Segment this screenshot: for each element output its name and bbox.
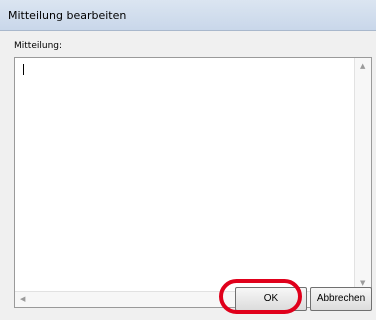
scroll-left-arrow-icon[interactable]: ◀ (20, 296, 25, 303)
vertical-scrollbar[interactable]: ▲ ▼ (354, 58, 371, 292)
ok-button[interactable]: OK (235, 287, 307, 311)
dialog-title: Mitteilung bearbeiten (8, 9, 127, 22)
dialog-titlebar[interactable]: Mitteilung bearbeiten (0, 0, 376, 31)
dialog-body: Mitteilung: ▲ ▼ ◀ ▶ (0, 31, 376, 320)
scroll-down-arrow-icon[interactable]: ▼ (360, 280, 365, 287)
scroll-up-arrow-icon[interactable]: ▲ (360, 63, 365, 70)
message-textarea[interactable]: ▲ ▼ ◀ ▶ (14, 57, 372, 308)
message-label: Mitteilung: (14, 41, 63, 51)
cancel-button[interactable]: Abbrechen (310, 287, 372, 311)
text-caret (23, 64, 24, 75)
